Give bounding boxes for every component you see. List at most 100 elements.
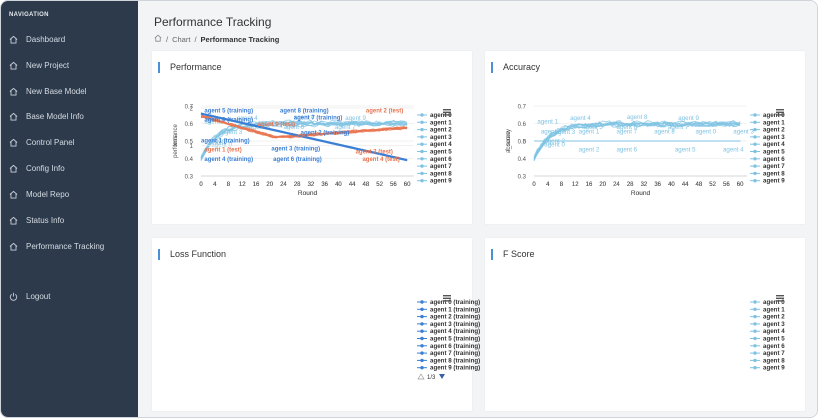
legend-item[interactable]: agent 4 [417,141,452,148]
legend-item[interactable]: agent 5 [417,149,452,156]
legend-label: agent 4 [430,141,452,148]
home-icon [9,61,18,70]
legend-item[interactable]: agent 2 [750,127,785,134]
accuracy-chart: 0.30.40.50.60.70 4 8 12 16 20 24 28 32 36 40 44 48 52… [506,105,785,198]
x-tick-label: 16 [586,182,593,188]
legend-item[interactable]: agent 7 (training) [417,350,480,357]
legend-marker [753,336,757,341]
legend-item[interactable]: agent 6 [750,343,785,350]
x-axis-label: Round [631,190,651,197]
hamburger-icon[interactable] [776,109,784,116]
nav-item-control-panel[interactable]: Control Panel [9,135,74,149]
legend-item[interactable]: agent 4 (training) [417,328,480,335]
nav-item-status-info[interactable]: Status Info [9,213,64,227]
series-annotation: agent 0 (test) [258,122,295,128]
legend-item[interactable]: agent 7 [750,350,785,357]
x-tick-label: 32 [641,182,648,188]
legend-item[interactable]: agent 7 [750,163,785,170]
nav-item-logout[interactable]: Logout [9,289,50,303]
legend-item[interactable]: agent 9 [750,365,785,372]
legend-item[interactable]: agent 2 [750,314,785,321]
legend-item[interactable]: agent 0 [750,299,785,306]
legend-item[interactable]: agent 9 [750,178,785,185]
app-frame: NAVIGATION Dashboard New Project New Base … [0,0,818,418]
hamburger-icon[interactable] [776,295,784,302]
legend-marker [420,344,424,348]
nav-item-model-repo[interactable]: Model Repo [9,187,69,201]
legend-label: agent 4 [763,328,785,335]
legend-label: agent 0 [763,299,785,306]
nav-item-performance-tracking[interactable]: Performance Tracking [9,239,104,253]
legend-marker [420,322,424,326]
legend-marker [753,329,757,333]
legend-item[interactable]: agent 6 [750,156,785,163]
x-tick-label: 56 [390,182,397,188]
legend-marker [753,142,757,146]
home-icon[interactable] [154,34,162,44]
legend-marker [420,113,424,117]
legend-item[interactable]: agent 5 (training) [417,336,480,343]
breadcrumb-chart[interactable]: Chart [172,35,190,44]
legend-marker [753,164,757,168]
legend-item[interactable]: agent 7 [417,163,452,170]
legend-item[interactable]: agent 3 (training) [417,321,480,328]
series-annotation: agent 0 [695,128,716,135]
legend-next-icon[interactable] [439,374,445,379]
legend-item[interactable]: agent 1 [417,119,452,126]
series-annotation: agent 9 [541,128,562,135]
legend-marker [753,300,757,304]
nav-item-config-info[interactable]: Config Info [9,161,65,175]
legend-item[interactable]: agent 3 [750,321,785,328]
legend-item[interactable]: agent 2 [417,127,452,134]
legend-item[interactable]: agent 5 [750,336,785,343]
legend-item[interactable]: agent 3 [417,134,452,141]
legend-item[interactable]: agent 2 (training) [417,314,480,321]
nav-item-label: Control Panel [26,137,75,147]
breadcrumb-separator: / [166,34,169,44]
legend-item[interactable]: agent 0 (training) [417,299,480,306]
series-annotation: agent 6 (training) [273,157,322,163]
legend-label: agent 9 [763,365,785,372]
legend-item[interactable]: agent 8 [750,357,785,364]
legend-item[interactable]: agent 1 [750,306,785,313]
legend-item[interactable]: agent 5 [750,149,785,156]
legend-item[interactable]: agent 6 (training) [417,343,480,350]
y-tick-label: 0.7 [518,105,527,111]
legend-item[interactable]: agent 8 [417,170,452,177]
legend-item[interactable]: agent 3 [750,134,785,141]
series-annotation: agent 8 [627,114,648,121]
legend-label: agent 2 (training) [430,314,480,321]
legend-item[interactable]: agent 8 [750,170,785,177]
legend-prev-icon[interactable] [417,373,425,380]
legend-item[interactable]: agent 9 [417,178,452,185]
nav-item-label: Performance Tracking [26,241,105,251]
legend-label: agent 3 (training) [430,321,480,328]
x-tick-label: 44 [682,182,689,188]
legend-item[interactable]: agent 6 [417,156,452,163]
legend-label: agent 1 (training) [430,306,480,313]
legend-item[interactable]: agent 8 (training) [417,357,480,364]
nav-item-base-model-info[interactable]: Base Model Info [9,109,84,123]
series-annotation: agent 7 [616,128,637,135]
legend-item[interactable]: agent 1 (training) [417,306,480,313]
nav-item-label: Dashboard [26,34,66,44]
series-annotation: agent 8 [654,128,675,135]
nav-item-dashboard[interactable]: Dashboard [9,32,65,46]
legend-marker [420,142,424,146]
legend-item[interactable]: agent 4 [750,328,785,335]
legend-marker [420,336,424,341]
x-tick-label: 24 [280,182,287,188]
legend-item[interactable]: agent 4 [750,141,785,148]
home-icon [9,216,18,225]
y-tick-label: 0.4 [518,157,527,163]
legend-pager: 1/3 [417,373,445,381]
nav-item-label: Logout [26,291,51,301]
series-annotation: agent 3 [222,129,243,136]
nav-item-new-project[interactable]: New Project [9,58,69,72]
hamburger-icon[interactable] [443,109,451,116]
hamburger-icon[interactable] [443,295,451,302]
legend-item[interactable]: agent 9 (training) [417,365,480,372]
x-tick-label: 56 [723,182,730,188]
nav-item-new-base-model[interactable]: New Base Model [9,84,86,98]
legend-item[interactable]: agent 1 [750,119,785,126]
